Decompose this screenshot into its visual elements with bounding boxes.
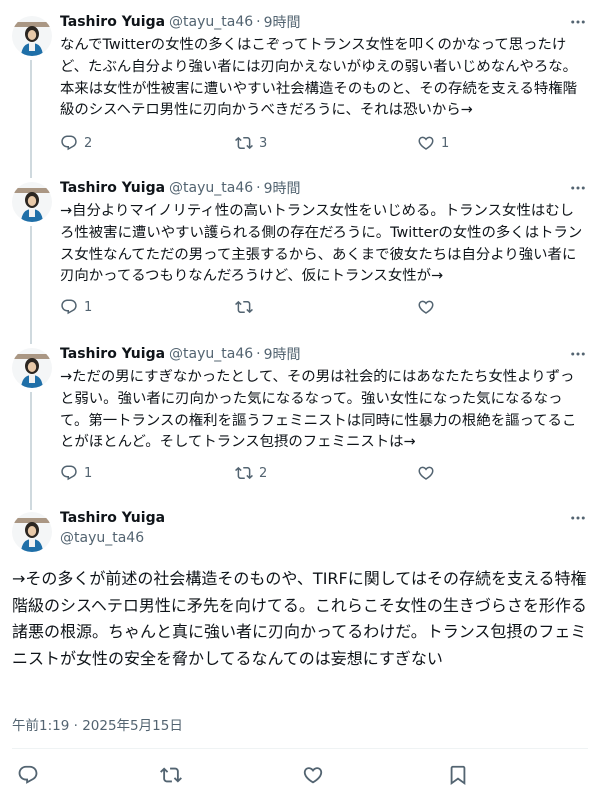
user-handle[interactable]: @tayu_ta46	[169, 346, 253, 362]
more-dots-icon[interactable]	[568, 14, 588, 30]
like-button[interactable]	[417, 464, 441, 482]
focused-tweet: Tashiro Yuiga @tayu_ta46 →その多くが前述の社会構造その…	[0, 508, 600, 811]
reply-button[interactable]: 1	[60, 464, 92, 482]
tweet-timestamp[interactable]: 午前1:19 · 2025年5月15日	[12, 714, 183, 734]
heart-icon	[302, 764, 324, 786]
reply-button[interactable]: 2	[60, 134, 92, 152]
retweet-button[interactable]: 3	[235, 134, 267, 152]
user-handle[interactable]: @tayu_ta46	[60, 530, 144, 546]
display-name[interactable]: Tashiro Yuiga	[60, 180, 165, 196]
display-name[interactable]: Tashiro Yuiga	[60, 14, 165, 30]
retweet-arrows-icon	[235, 298, 253, 316]
reply-button[interactable]	[17, 764, 39, 786]
more-dots-icon[interactable]	[568, 510, 588, 526]
separator-dot: ·	[256, 346, 261, 362]
thread-tweet[interactable]: Tashiro Yuiga @tayu_ta46 · 9時間 →ただの男にすぎな…	[0, 344, 600, 510]
display-name[interactable]: Tashiro Yuiga	[60, 346, 165, 362]
tweet-text: →その多くが前述の社会構造そのものや、TIRFに関してはその存続を支える特権階級…	[12, 569, 587, 668]
tweet-time[interactable]: 9時間	[264, 12, 301, 32]
like-button[interactable]	[417, 298, 441, 316]
tweet-actions: 1 2	[60, 464, 520, 484]
reply-bubble-icon	[17, 764, 39, 786]
thread-tweet[interactable]: Tashiro Yuiga @tayu_ta46 · 9時間 →自分よりマイノリ…	[0, 178, 600, 344]
retweet-count: 3	[259, 135, 268, 151]
heart-icon	[417, 298, 435, 316]
reply-count: 1	[84, 465, 93, 481]
reply-bubble-icon	[60, 464, 78, 482]
reply-bubble-icon	[60, 134, 78, 152]
retweet-button[interactable]	[160, 764, 182, 786]
retweet-button[interactable]	[235, 298, 259, 316]
tweet-text: なんでTwitterの女性の多くはこぞってトランス女性を叩くのかなって思ったけど…	[60, 37, 578, 119]
reply-count: 1	[84, 299, 93, 315]
retweet-button[interactable]: 2	[235, 464, 267, 482]
thread-connector-line	[30, 60, 32, 178]
avatar[interactable]	[12, 348, 52, 388]
heart-icon	[417, 134, 435, 152]
avatar[interactable]	[12, 16, 52, 56]
heart-icon	[417, 464, 435, 482]
thread-connector-line	[30, 392, 32, 510]
like-count: 1	[441, 135, 450, 151]
display-name[interactable]: Tashiro Yuiga	[60, 510, 165, 526]
bookmark-icon	[447, 764, 469, 786]
tweet-text: →自分よりマイノリティ性の高いトランス女性をいじめる。トランス女性はむしろ性被害…	[60, 203, 583, 285]
tweet-header: Tashiro Yuiga @tayu_ta46 · 9時間	[60, 178, 301, 198]
retweet-count: 2	[259, 465, 268, 481]
tweet-time[interactable]: 9時間	[264, 344, 301, 364]
more-dots-icon[interactable]	[568, 180, 588, 196]
separator-dot: ·	[256, 14, 261, 30]
tweet-actions: 1	[60, 298, 520, 318]
user-handle[interactable]: @tayu_ta46	[169, 14, 253, 30]
tweet-time[interactable]: 9時間	[264, 178, 301, 198]
divider	[12, 748, 588, 749]
retweet-arrows-icon	[235, 464, 253, 482]
avatar[interactable]	[12, 512, 52, 552]
thread-connector-line	[30, 226, 32, 344]
tweet-actions: 2 3 1	[60, 134, 520, 154]
retweet-arrows-icon	[160, 764, 182, 786]
tweet-header: Tashiro Yuiga @tayu_ta46 · 9時間	[60, 344, 301, 364]
reply-button[interactable]: 1	[60, 298, 92, 316]
like-button[interactable]: 1	[417, 134, 449, 152]
tweet-actions	[0, 764, 600, 788]
user-handle[interactable]: @tayu_ta46	[169, 180, 253, 196]
tweet-text: →ただの男にすぎなかったとして、その男は社会的にはあなたたち女性よりずっと弱い。…	[60, 369, 577, 451]
retweet-arrows-icon	[235, 134, 253, 152]
tweet-header: Tashiro Yuiga @tayu_ta46 · 9時間	[60, 12, 301, 32]
bookmark-button[interactable]	[447, 764, 469, 786]
like-button[interactable]	[302, 764, 324, 786]
separator-dot: ·	[256, 180, 261, 196]
reply-count: 2	[84, 135, 93, 151]
avatar[interactable]	[12, 182, 52, 222]
thread-tweet[interactable]: Tashiro Yuiga @tayu_ta46 · 9時間 なんでTwitte…	[0, 12, 600, 178]
reply-bubble-icon	[60, 298, 78, 316]
more-dots-icon[interactable]	[568, 346, 588, 362]
